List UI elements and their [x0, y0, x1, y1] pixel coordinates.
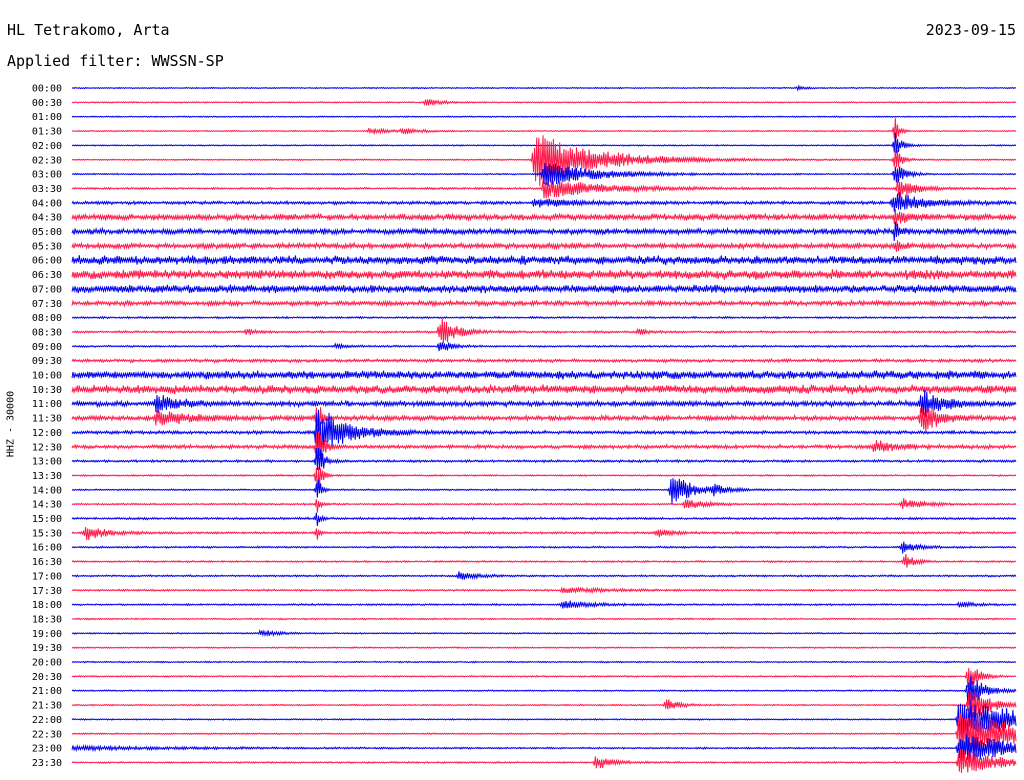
trace-line [71, 132, 1017, 154]
trace-line [71, 269, 1017, 280]
trace-line [71, 115, 1017, 119]
trace-line [71, 318, 1017, 344]
trace-line [71, 467, 1017, 497]
time-label: 19:30 [32, 643, 62, 654]
trace-line [71, 298, 1017, 308]
trace-line [71, 512, 1017, 527]
time-label: 20:00 [32, 658, 62, 669]
time-label: 07:30 [32, 299, 62, 310]
trace-line [71, 700, 1017, 743]
time-label: 21:30 [32, 701, 62, 712]
trace-line [71, 541, 1017, 554]
trace-line [71, 617, 1017, 621]
time-label: 20:30 [32, 672, 62, 683]
time-label: 15:00 [32, 514, 62, 525]
time-label: 02:00 [32, 141, 62, 152]
time-label: 16:00 [32, 543, 62, 554]
trace-line [71, 600, 1017, 609]
time-label: 14:00 [32, 485, 62, 496]
trace-line [71, 384, 1017, 395]
trace-line [71, 84, 1017, 92]
time-label: 10:00 [32, 371, 62, 382]
time-label: 23:30 [32, 758, 62, 769]
time-label: 02:30 [32, 155, 62, 166]
trace-line [71, 390, 1017, 418]
time-label: 19:00 [32, 629, 62, 640]
time-label: 16:30 [32, 557, 62, 568]
trace-line [71, 586, 1017, 595]
trace-line [71, 447, 1017, 471]
time-label: 18:00 [32, 600, 62, 611]
time-label: 00:00 [32, 84, 62, 95]
trace-line [71, 629, 1017, 638]
time-label: 05:00 [32, 227, 62, 238]
trace-line [71, 734, 1017, 762]
time-label: 11:00 [32, 399, 62, 410]
time-label: 01:30 [32, 127, 62, 138]
trace-line [71, 690, 1017, 723]
time-label: 05:30 [32, 241, 62, 252]
time-label: 09:30 [32, 356, 62, 367]
time-label: 03:30 [32, 184, 62, 195]
time-label: 23:00 [32, 744, 62, 755]
trace-line [71, 99, 1017, 107]
trace-line [71, 118, 1017, 139]
time-label: 14:30 [32, 500, 62, 511]
time-label: 12:30 [32, 442, 62, 453]
trace-line [71, 498, 1017, 513]
time-label: 08:00 [32, 313, 62, 324]
trace-line [71, 527, 1017, 541]
time-label: 13:00 [32, 457, 62, 468]
trace-line [71, 660, 1017, 664]
trace-line [71, 370, 1017, 380]
time-label: 08:30 [32, 327, 62, 338]
time-label: 12:00 [32, 428, 62, 439]
time-label: 17:30 [32, 586, 62, 597]
time-label: 22:00 [32, 715, 62, 726]
time-label: 17:00 [32, 571, 62, 582]
time-label: 18:30 [32, 614, 62, 625]
time-label-group: 00:00 00:30 01:00 01:30 02:00 02:30 03:00 03:30… [32, 84, 62, 769]
time-label: 04:30 [32, 213, 62, 224]
trace-line [71, 315, 1017, 320]
time-label: 01:00 [32, 112, 62, 123]
trace-line [71, 407, 1017, 433]
trace-line [71, 284, 1017, 294]
trace-line [71, 646, 1017, 650]
time-label: 06:00 [32, 256, 62, 267]
trace-group [71, 84, 1017, 774]
trace-line [71, 240, 1017, 253]
time-label: 04:00 [32, 198, 62, 209]
time-label: 10:30 [32, 385, 62, 396]
trace-line [71, 748, 1017, 774]
time-label: 21:00 [32, 686, 62, 697]
helicorder-plot: 00:00 00:30 01:00 01:30 02:00 02:30 03:00 03:30… [32, 84, 1017, 774]
trace-line [71, 342, 1017, 352]
trace-line [71, 478, 1017, 504]
trace-line [71, 675, 1017, 705]
trace-line [71, 357, 1017, 364]
time-label: 03:00 [32, 170, 62, 181]
trace-line [71, 553, 1017, 568]
time-label: 00:30 [32, 98, 62, 109]
trace-line [71, 255, 1017, 266]
trace-line [71, 667, 1017, 691]
time-label: 07:00 [32, 284, 62, 295]
trace-line [71, 208, 1017, 227]
time-label: 15:30 [32, 528, 62, 539]
time-label: 13:30 [32, 471, 62, 482]
trace-line [71, 221, 1017, 241]
time-label: 09:00 [32, 342, 62, 353]
time-label: 22:30 [32, 729, 62, 740]
time-label: 11:30 [32, 414, 62, 425]
time-label: 06:30 [32, 270, 62, 281]
trace-line [71, 571, 1017, 580]
